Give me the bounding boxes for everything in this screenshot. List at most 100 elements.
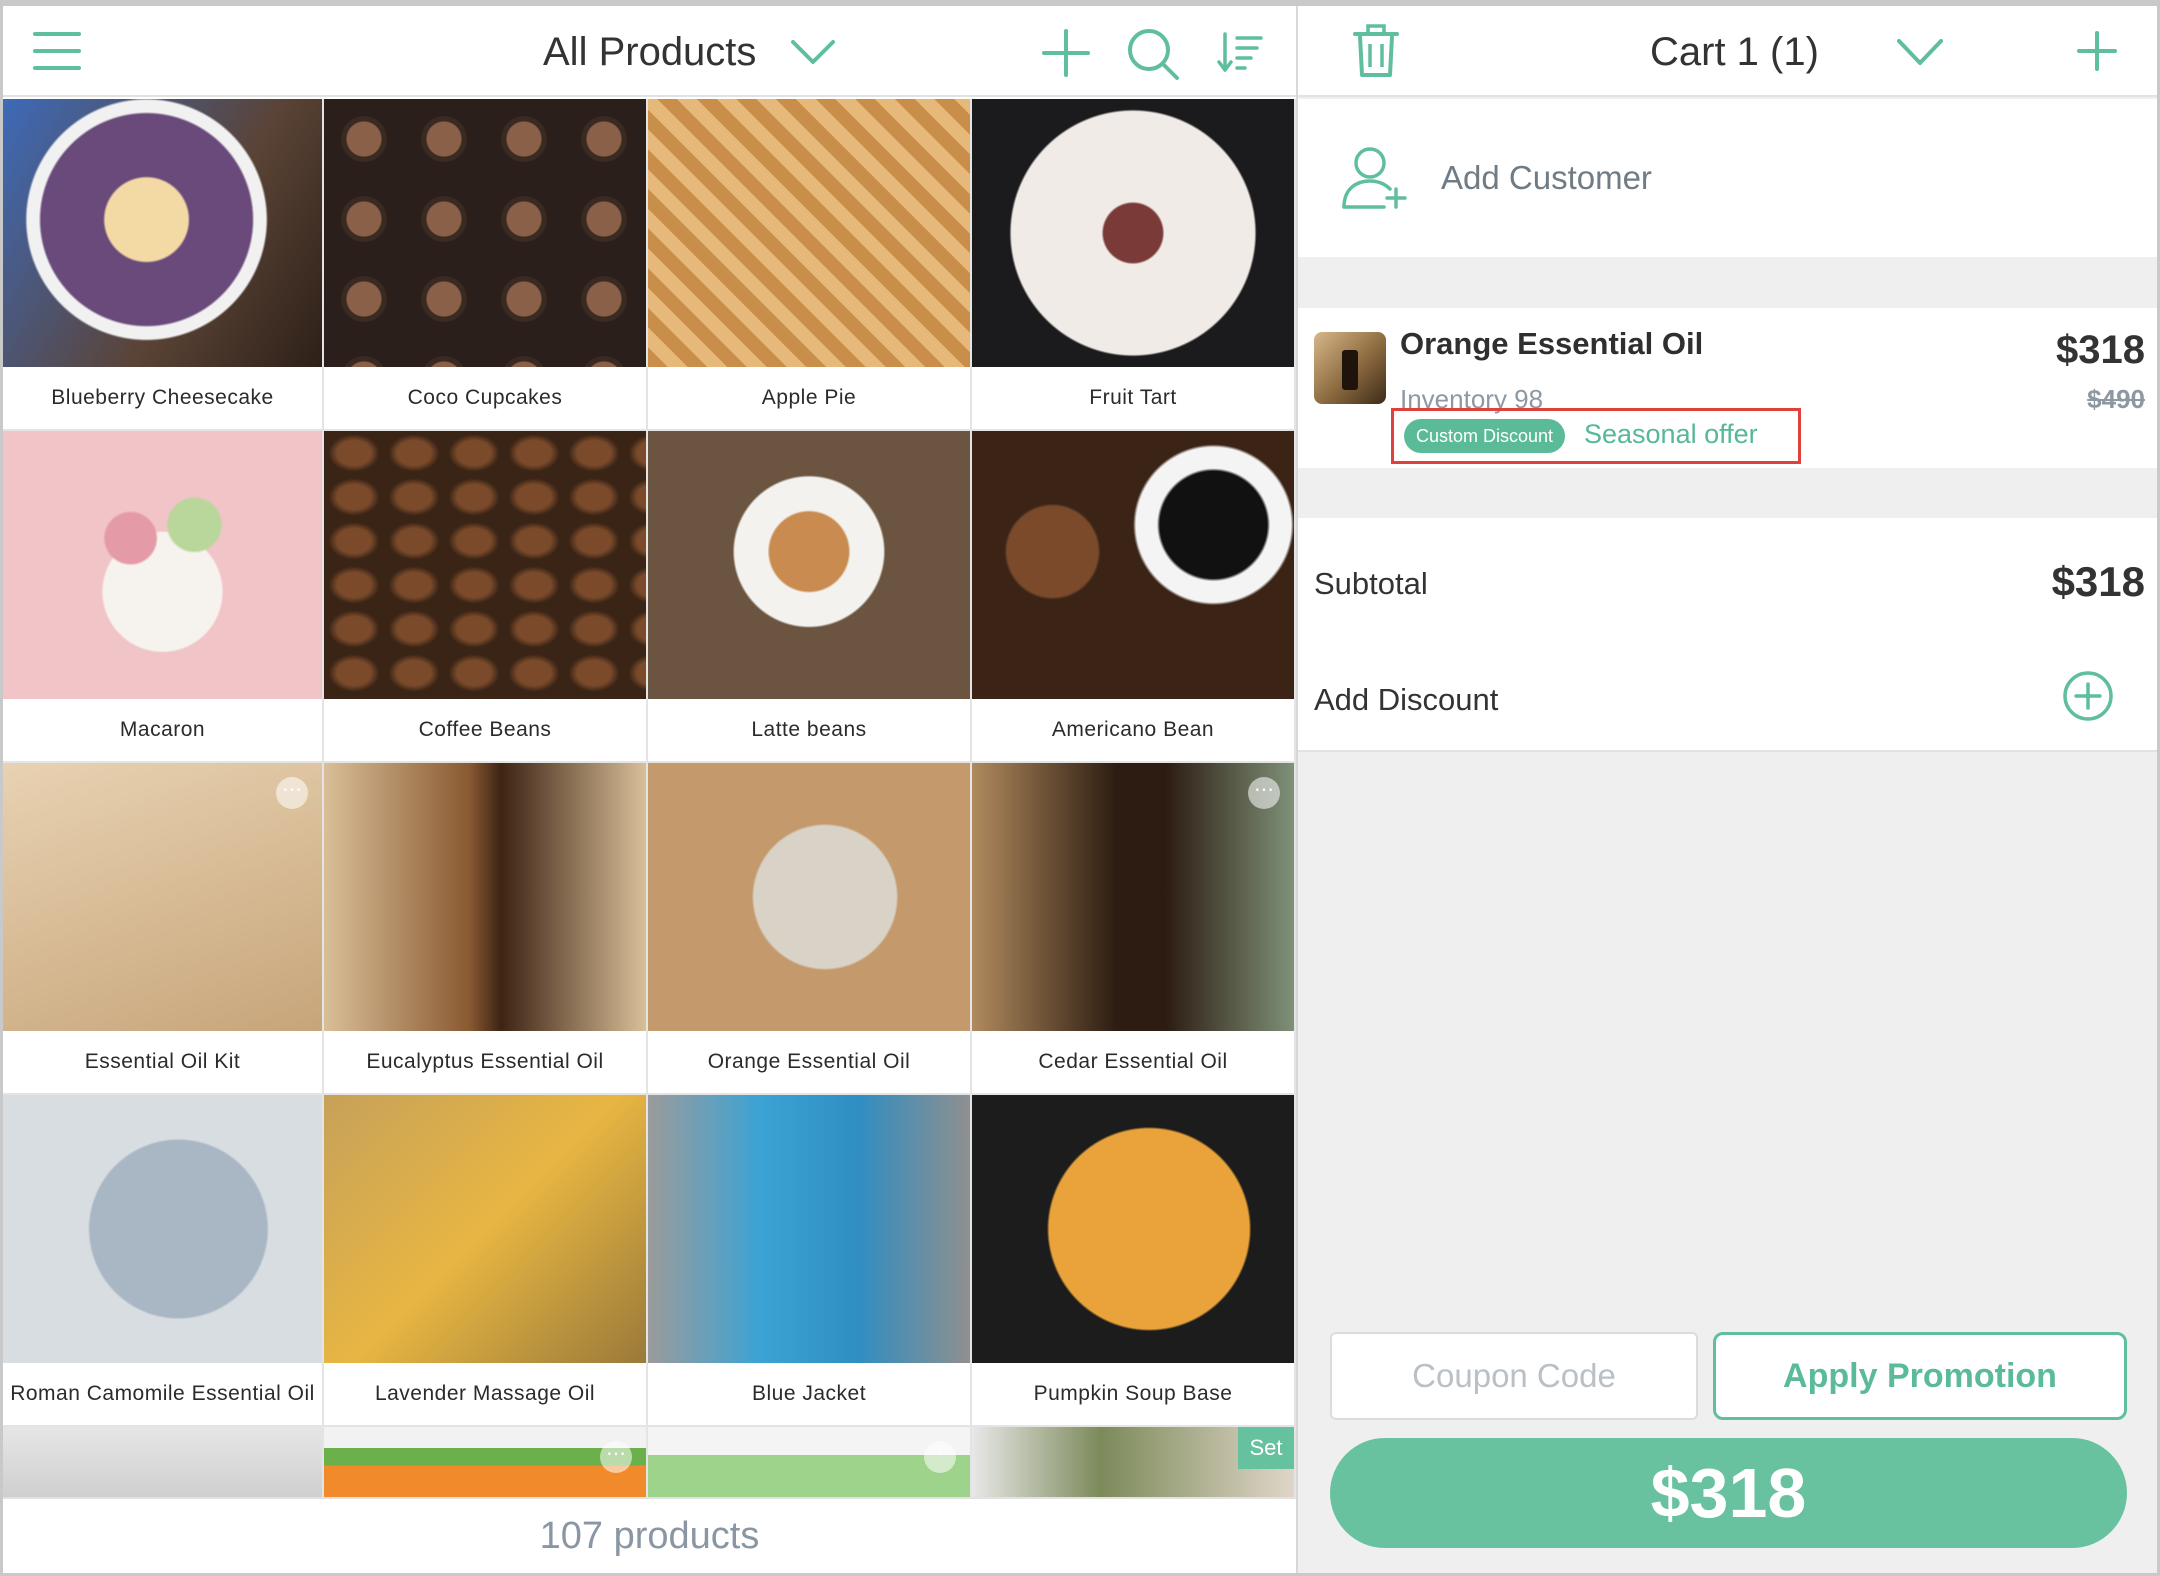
product-tile[interactable]: Coco Cupcakes: [324, 99, 648, 431]
cart-totals: Subtotal $318 Add Discount: [1298, 518, 2157, 752]
product-name: Macaron: [119, 718, 206, 741]
new-cart-button[interactable]: [2076, 30, 2118, 72]
product-name: Lavender Massage Oil: [374, 1382, 596, 1405]
more-icon[interactable]: ⋯: [276, 777, 308, 809]
plus-icon: [1042, 29, 1090, 77]
apply-promotion-button[interactable]: Apply Promotion: [1713, 1332, 2127, 1420]
product-tile[interactable]: Fruit Tart: [972, 99, 1296, 431]
product-tile[interactable]: ⋯: [324, 1427, 648, 1497]
set-badge: Set: [1238, 1427, 1294, 1469]
cart-selector[interactable]: Cart 1 (1): [1650, 26, 1819, 78]
clear-cart-button[interactable]: [1352, 24, 1400, 78]
product-tile[interactable]: Apple Pie: [648, 99, 972, 431]
more-icon[interactable]: ⋯: [924, 1441, 956, 1473]
discount-badge: Custom Discount: [1404, 419, 1566, 453]
product-name: Eucalyptus Essential Oil: [366, 1050, 604, 1073]
product-count: 107 products: [3, 1497, 1296, 1573]
add-product-button[interactable]: [1039, 28, 1093, 78]
product-tile[interactable]: Latte beans: [648, 431, 972, 763]
product-image: [648, 763, 970, 1031]
add-user-icon: [1340, 145, 1410, 211]
trash-icon: [1353, 24, 1399, 77]
coupon-code-input[interactable]: Coupon Code: [1330, 1332, 1698, 1420]
add-customer-row[interactable]: Add Customer: [1298, 99, 2157, 257]
search-button[interactable]: [1125, 26, 1181, 82]
product-tile[interactable]: Americano Bean: [972, 431, 1296, 763]
product-name: Apple Pie: [761, 386, 857, 409]
product-image: [972, 99, 1294, 367]
product-name: Pumpkin Soup Base: [1033, 1382, 1233, 1405]
sort-button[interactable]: [1217, 30, 1263, 74]
product-name: Essential Oil Kit: [84, 1050, 241, 1073]
product-tile[interactable]: Blue Jacket: [648, 1095, 972, 1427]
product-image: [972, 1095, 1294, 1363]
product-tile[interactable]: Orange Essential Oil: [648, 763, 972, 1095]
product-tile[interactable]: Macaron: [3, 431, 324, 763]
product-tile[interactable]: ⋯ Essential Oil Kit: [3, 763, 324, 1095]
discount-name: Seasonal offer: [1584, 419, 1758, 449]
product-name: Latte beans: [751, 718, 867, 741]
product-tile[interactable]: Blueberry Cheesecake: [3, 99, 324, 431]
product-tile[interactable]: Coffee Beans: [324, 431, 648, 763]
cart-title: Cart 1 (1): [1650, 29, 1819, 74]
plus-circle-icon: [2063, 671, 2113, 721]
search-icon: [1128, 29, 1179, 80]
menu-icon[interactable]: [29, 26, 85, 76]
more-icon[interactable]: ⋯: [1248, 777, 1280, 809]
product-image: [648, 1095, 970, 1363]
cart-dropdown-button[interactable]: [1896, 36, 1944, 68]
subtotal-label: Subtotal: [1314, 566, 1428, 601]
products-panel: All Products Blueberry Cheesecake Coco C…: [3, 6, 1296, 1573]
sort-icon: [1217, 32, 1263, 72]
product-tile[interactable]: ⋯ Cedar Essential Oil: [972, 763, 1296, 1095]
add-discount-button[interactable]: [2062, 670, 2114, 722]
add-customer-label: Add Customer: [1441, 159, 1652, 196]
product-tile[interactable]: Pumpkin Soup Base: [972, 1095, 1296, 1427]
cart-toolbar: Cart 1 (1): [1298, 6, 2157, 97]
product-name: Americano Bean: [1051, 718, 1215, 741]
item-price: $318: [2056, 328, 2145, 372]
product-image: [324, 431, 646, 699]
product-image: [3, 763, 322, 1031]
product-name: Roman Camomile Essential Oil: [10, 1382, 315, 1405]
product-image: [972, 763, 1294, 1031]
product-name: Blueberry Cheesecake: [51, 386, 274, 409]
item-original-price: $490: [2087, 384, 2145, 414]
category-selector[interactable]: All Products: [543, 26, 836, 78]
product-image: [324, 99, 646, 367]
product-name: Cedar Essential Oil: [1038, 1050, 1228, 1073]
product-image: [3, 99, 322, 367]
item-name: Orange Essential Oil: [1400, 326, 1704, 361]
product-name: Coco Cupcakes: [407, 386, 563, 409]
product-name: Fruit Tart: [1089, 386, 1177, 409]
product-tile[interactable]: [3, 1427, 324, 1497]
product-name: Orange Essential Oil: [707, 1050, 911, 1073]
product-image: [324, 763, 646, 1031]
product-image: [3, 431, 322, 699]
product-tile[interactable]: ⋯: [648, 1427, 972, 1497]
product-image: [3, 1095, 322, 1363]
chevron-down-icon: [791, 40, 836, 64]
page-title: All Products: [543, 29, 757, 74]
product-grid: Blueberry Cheesecake Coco Cupcakes Apple…: [3, 99, 1296, 1427]
product-grid-partial-row: ⋯ ⋯ Set: [3, 1427, 1296, 1497]
plus-icon: [2077, 31, 2117, 71]
product-tile[interactable]: Eucalyptus Essential Oil: [324, 763, 648, 1095]
checkout-button[interactable]: $318: [1330, 1438, 2127, 1548]
more-icon[interactable]: ⋯: [600, 1441, 632, 1473]
product-image: [648, 431, 970, 699]
subtotal-value: $318: [2051, 558, 2145, 605]
products-toolbar: All Products: [3, 6, 1296, 97]
chevron-down-icon: [1897, 39, 1943, 65]
product-tile[interactable]: Roman Camomile Essential Oil: [3, 1095, 324, 1427]
product-tile[interactable]: Lavender Massage Oil: [324, 1095, 648, 1427]
product-image: [324, 1095, 646, 1363]
product-image: [648, 99, 970, 367]
discount-highlight: Custom Discount Seasonal offer: [1391, 408, 1801, 464]
item-thumbnail: [1314, 332, 1386, 404]
product-name: Coffee Beans: [418, 718, 552, 741]
cart-panel: Cart 1 (1) Add Customer Orange Essential…: [1298, 6, 2157, 1573]
product-tile[interactable]: Set: [972, 1427, 1296, 1497]
product-name: Blue Jacket: [751, 1382, 867, 1405]
cart-line-item[interactable]: Orange Essential Oil Inventory 98 $318 $…: [1298, 308, 2157, 468]
